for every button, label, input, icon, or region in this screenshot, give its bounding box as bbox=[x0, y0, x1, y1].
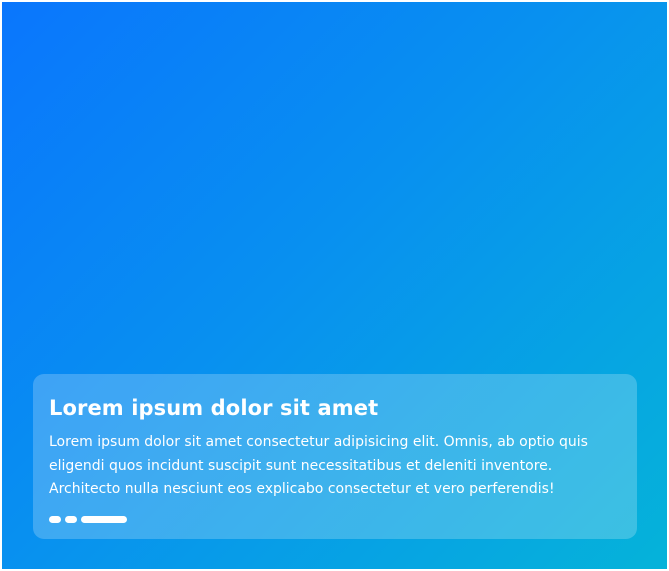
card-description: Lorem ipsum dolor sit amet consectetur a… bbox=[49, 434, 588, 497]
pagination-dot-1[interactable] bbox=[49, 516, 61, 523]
card-title: Lorem ipsum dolor sit amet bbox=[49, 396, 379, 420]
slide-pagination bbox=[49, 516, 127, 523]
caption-card: Lorem ipsum dolor sit amet Lorem ipsum d… bbox=[33, 374, 637, 539]
hero-banner: Lorem ipsum dolor sit amet Lorem ipsum d… bbox=[2, 2, 667, 569]
pagination-dot-2[interactable] bbox=[65, 516, 77, 523]
pagination-dot-3-active[interactable] bbox=[81, 516, 127, 523]
